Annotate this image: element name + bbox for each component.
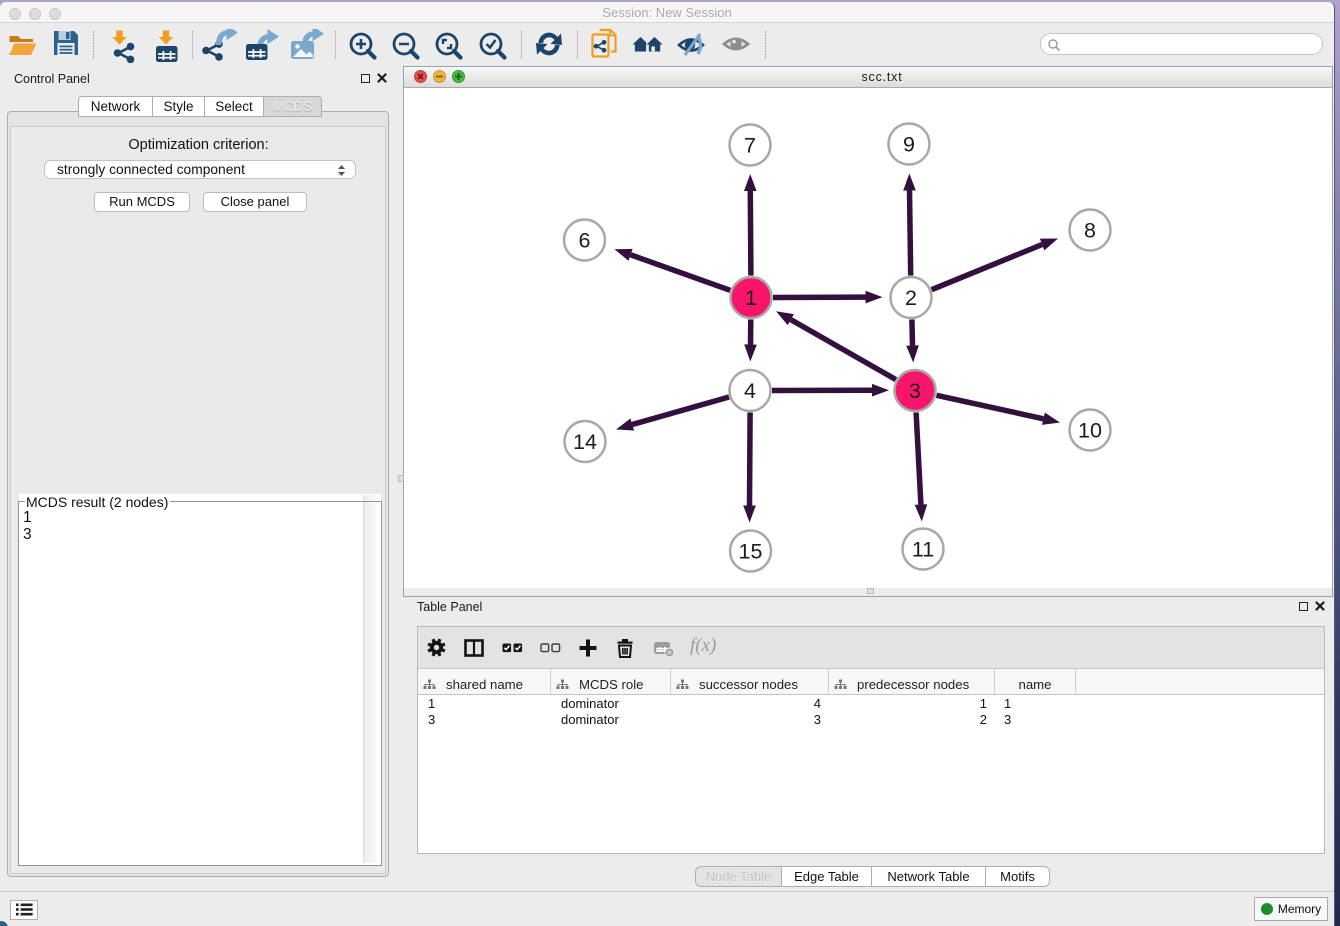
svg-text:9: 9 <box>903 133 915 157</box>
svg-text:4: 4 <box>744 379 756 403</box>
svg-text:7: 7 <box>744 134 756 158</box>
svg-text:6: 6 <box>579 229 591 253</box>
svg-text:11: 11 <box>912 538 934 562</box>
svg-text:2: 2 <box>905 286 917 310</box>
svg-text:10: 10 <box>1078 419 1102 443</box>
svg-text:14: 14 <box>573 430 597 454</box>
svg-text:8: 8 <box>1084 219 1096 243</box>
svg-text:15: 15 <box>739 540 763 564</box>
svg-text:3: 3 <box>909 379 921 403</box>
svg-text:1: 1 <box>745 286 757 310</box>
